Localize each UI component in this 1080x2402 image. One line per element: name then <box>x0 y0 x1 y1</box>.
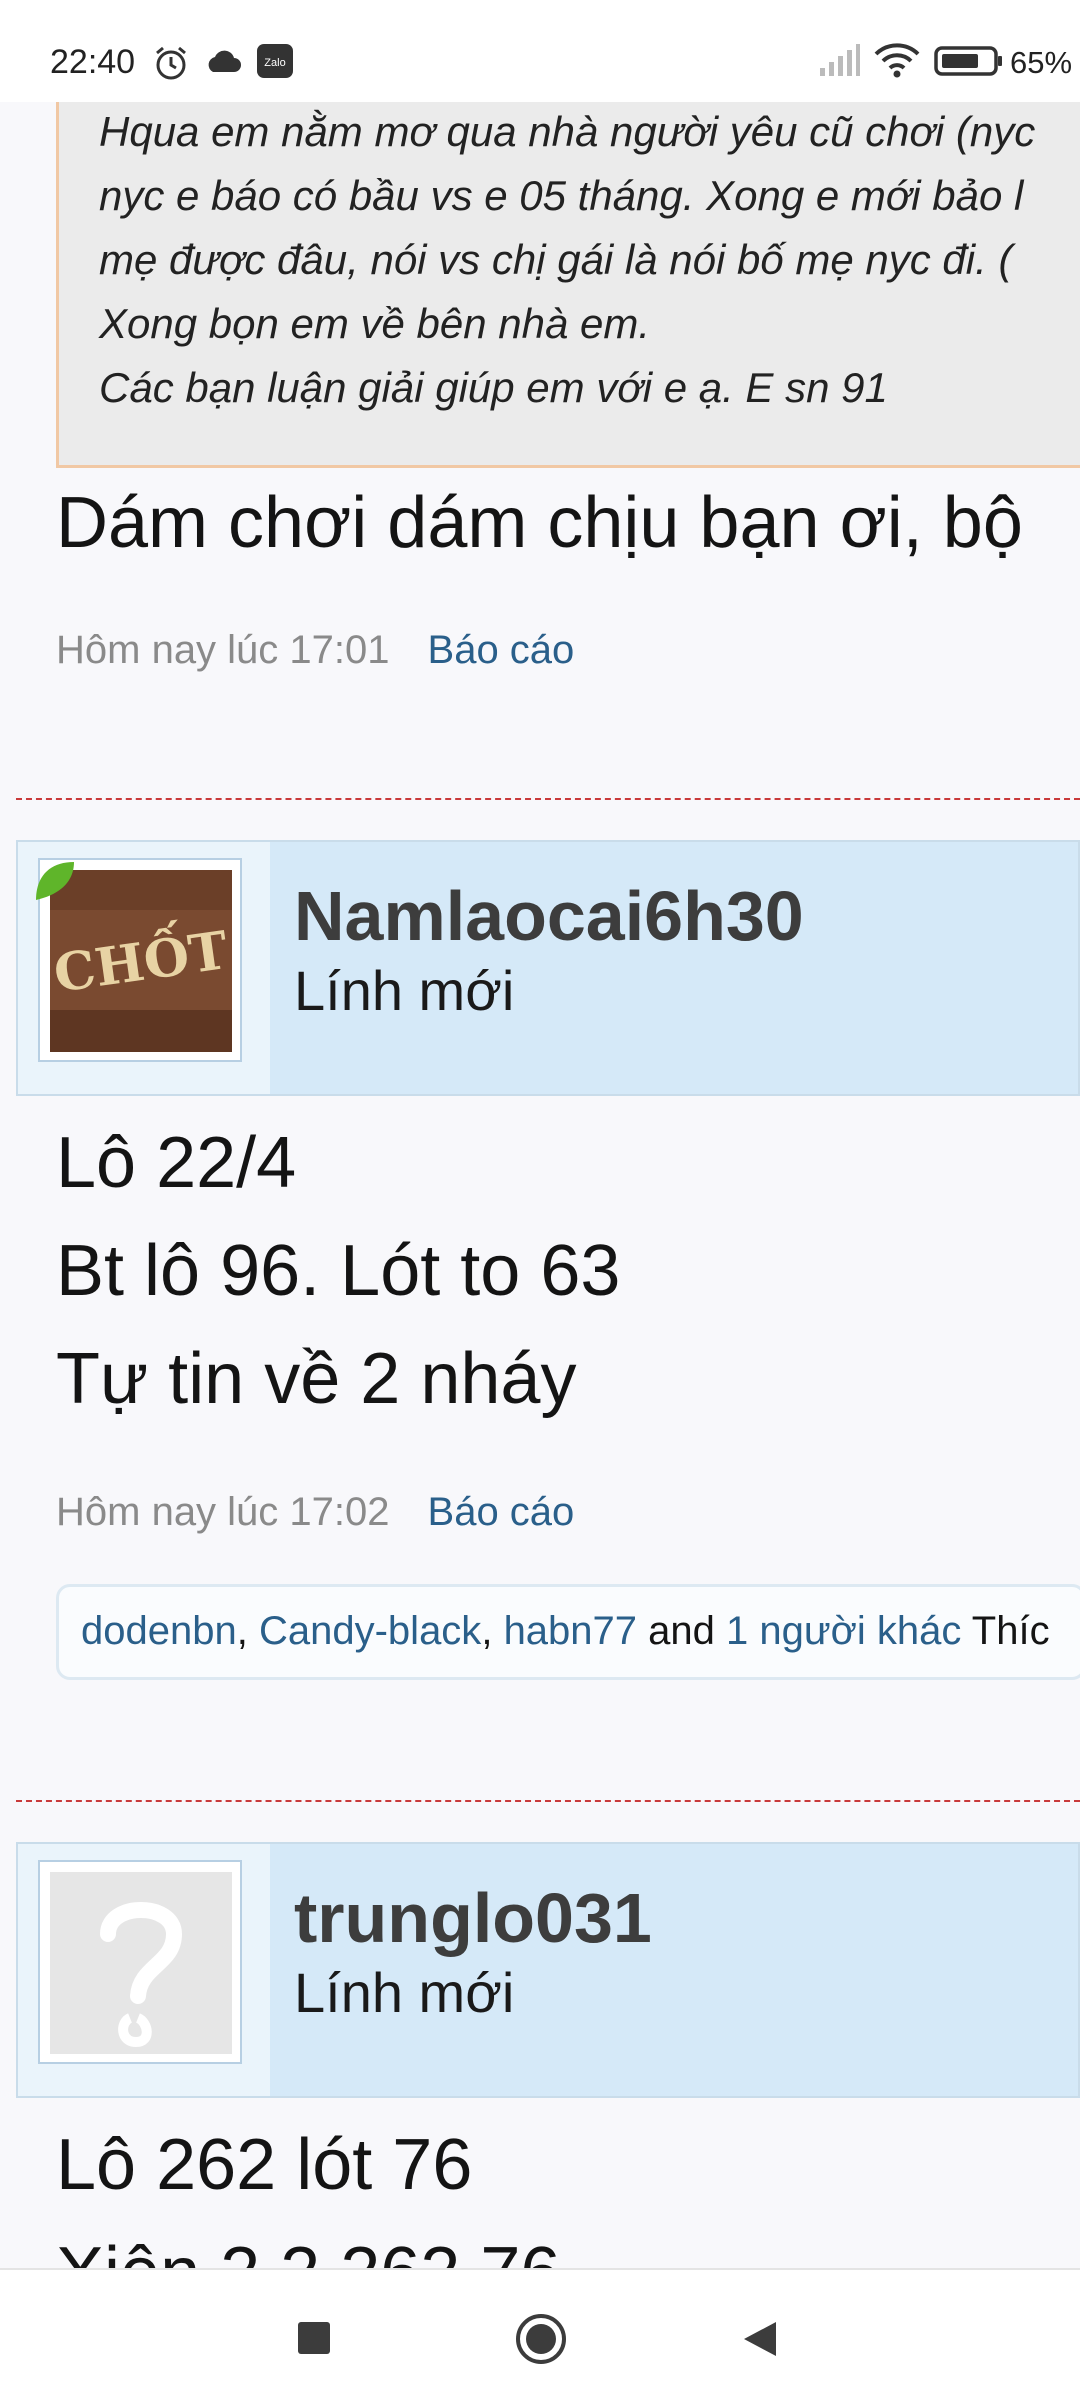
battery-icon <box>934 46 1004 81</box>
quote-line: Các bạn luận giải giúp em với e ạ. E sn … <box>99 364 888 411</box>
separator: , <box>481 1609 493 1653</box>
user-title: Lính mới <box>294 1961 515 2024</box>
default-avatar-icon <box>50 1872 232 2054</box>
quote-line: nyc e báo có bầu vs e 05 tháng. Xong e m… <box>99 172 1024 219</box>
user-title: Lính mới <box>294 959 515 1022</box>
status-bar: 22:40 Zalo 65% <box>0 0 1080 102</box>
home-button[interactable] <box>514 2312 568 2371</box>
leaf-badge-icon <box>34 860 76 907</box>
like-user-link[interactable]: dodenbn <box>81 1609 237 1653</box>
post-meta: Hôm nay lúc 17:02 Báo cáo <box>56 1490 574 1535</box>
post-divider <box>16 1800 1080 1802</box>
zalo-icon: Zalo <box>256 43 294 84</box>
battery-percent: 65% <box>1010 45 1073 80</box>
quote-line: Xong bọn em về bên nhà em. <box>99 300 651 347</box>
zalo-label: Zalo <box>264 57 285 69</box>
status-time: 22:40 <box>50 43 136 81</box>
likes-box: dodenbn, Candy-black, habn77 and 1 người… <box>56 1584 1080 1680</box>
post-line: Xiên 2 2 262 76 <box>56 2232 560 2268</box>
avatar-image: CHỐT <box>50 870 232 1052</box>
username[interactable]: Namlaocai6h30 <box>294 876 804 956</box>
likes-and: and <box>648 1609 715 1653</box>
like-user-link[interactable]: Candy-black <box>259 1609 481 1653</box>
post-time: Hôm nay lúc 17:01 <box>56 628 390 672</box>
separator: , <box>236 1609 248 1653</box>
post-meta: Hôm nay lúc 17:01 Báo cáo <box>56 628 574 673</box>
post-divider <box>16 798 1080 800</box>
alarm-icon <box>152 44 190 87</box>
post-line: Bt lô 96. Lót to 63 <box>56 1231 621 1311</box>
likes-others-link[interactable]: 1 người khác <box>726 1609 961 1653</box>
report-link[interactable]: Báo cáo <box>428 1490 575 1534</box>
post-line: Tự tin về 2 nháy <box>56 1339 577 1419</box>
thread-content[interactable]: Hqua em nằm mơ qua nhà người yêu cũ chơi… <box>0 102 1080 2268</box>
username[interactable]: trunglo031 <box>294 1878 652 1958</box>
like-user-link[interactable]: habn77 <box>504 1609 637 1653</box>
quote-line: Hqua em nằm mơ qua nhà người yêu cũ chơi… <box>99 108 1036 155</box>
quote-line: mẹ được đâu, nói vs chị gái là nói bố mẹ… <box>99 236 1013 283</box>
post-body: Dám chơi dám chịu bạn ơi, bộ <box>56 483 1023 563</box>
wifi-icon <box>874 42 920 83</box>
cloud-icon <box>204 48 242 79</box>
post-time: Hôm nay lúc 17:02 <box>56 1490 390 1534</box>
signal-icon <box>818 44 860 83</box>
user-info-bar: trunglo031 Lính mới <box>16 1842 1080 2098</box>
post-line: Lô 262 lót 76 <box>56 2125 473 2205</box>
likes-suffix: Thíc <box>971 1609 1050 1653</box>
back-button[interactable] <box>742 2320 778 2363</box>
navigation-bar <box>0 2268 1080 2402</box>
report-link[interactable]: Báo cáo <box>428 628 575 672</box>
quote-block: Hqua em nằm mơ qua nhà người yêu cũ chơi… <box>56 102 1080 468</box>
avatar[interactable] <box>38 1860 242 2064</box>
user-info-bar: CHỐT Namlaocai6h30 Lính mới <box>16 840 1080 1096</box>
recents-button[interactable] <box>296 2320 332 2361</box>
post-line: Lô 22/4 <box>56 1123 297 1203</box>
